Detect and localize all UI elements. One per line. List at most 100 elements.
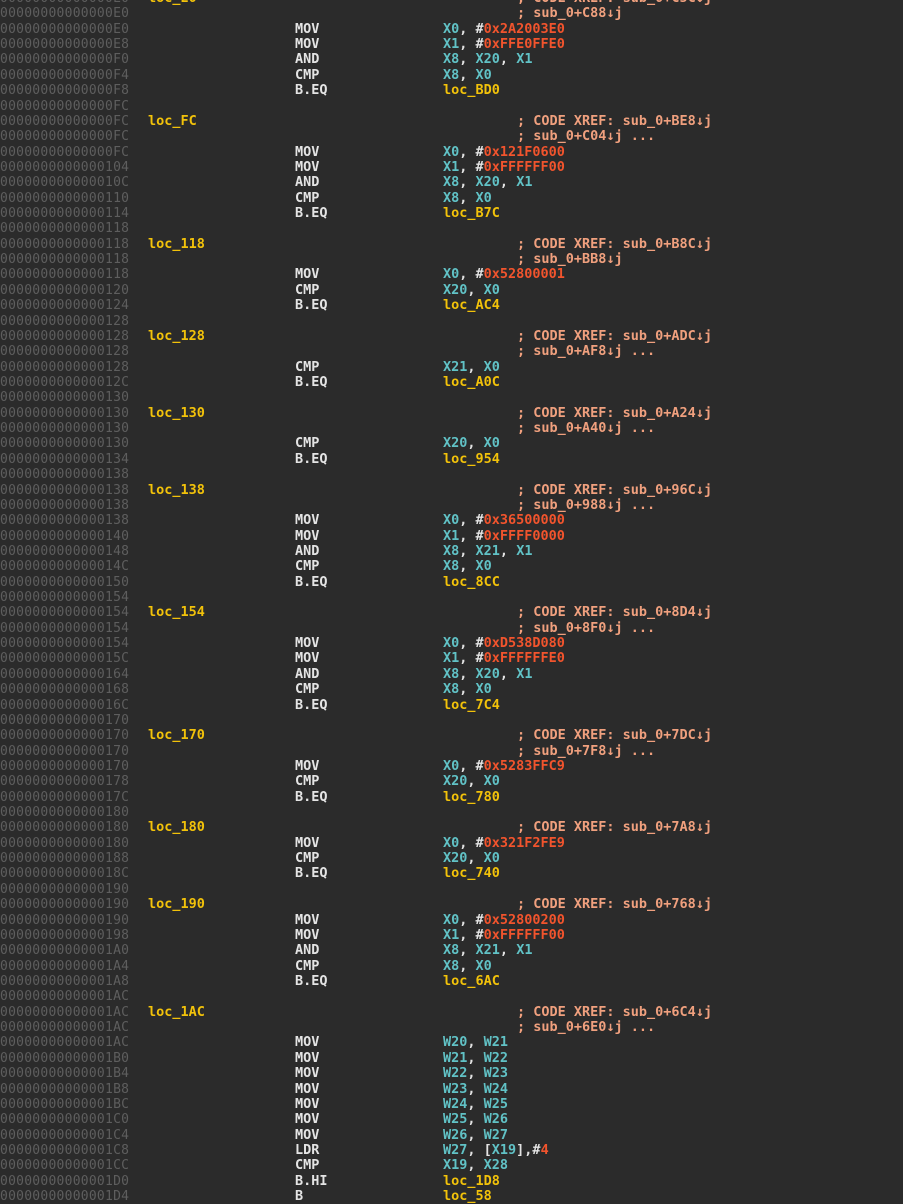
xref-comment[interactable]: ; sub_0+C04↓j ... <box>517 128 655 144</box>
listing-line[interactable]: 00000000000001B8 MOV W23, W24 <box>0 1081 903 1097</box>
code-label[interactable]: loc_170 <box>148 727 205 743</box>
listing-line[interactable]: 0000000000000130 <box>0 390 903 405</box>
branch-target-link[interactable]: loc_7C4 <box>443 697 500 713</box>
listing-line[interactable]: 00000000000000E8 MOV X1, #0xFFE0FFE0 <box>0 36 903 52</box>
listing-line[interactable]: 0000000000000154 ; sub_0+8F0↓j ... <box>0 620 903 636</box>
xref-comment[interactable]: ; CODE XREF: sub_0+A24↓j <box>517 405 712 421</box>
listing-line[interactable]: 00000000000001D0 B.HI loc_1D8 <box>0 1173 903 1189</box>
branch-target-link[interactable]: loc_740 <box>443 865 500 881</box>
listing-line[interactable]: 0000000000000180 loc_180 ; CODE XREF: sub_… <box>0 820 903 836</box>
listing-line[interactable]: 0000000000000150 B.EQ loc_8CC <box>0 574 903 590</box>
listing-line[interactable]: 00000000000001B0 MOV W21, W22 <box>0 1050 903 1066</box>
listing-line[interactable]: 0000000000000128 CMP X21, X0 <box>0 359 903 375</box>
code-label[interactable]: loc_1AC <box>148 1004 205 1020</box>
listing-line[interactable]: 0000000000000120 CMP X20, X0 <box>0 282 903 298</box>
listing-line[interactable]: 00000000000001C4 MOV W26, W27 <box>0 1127 903 1143</box>
listing-line[interactable]: 000000000000015C MOV X1, #0xFFFFFFE0 <box>0 651 903 667</box>
listing-line[interactable]: 000000000000016C B.EQ loc_7C4 <box>0 697 903 713</box>
xref-comment[interactable]: ; sub_0+988↓j ... <box>517 497 655 513</box>
listing-line[interactable]: 00000000000001A4 CMP X8, X0 <box>0 958 903 974</box>
code-label[interactable]: loc_190 <box>148 896 205 912</box>
branch-target-link[interactable]: loc_954 <box>443 451 500 467</box>
xref-comment[interactable]: ; CODE XREF: sub_0+8D4↓j <box>517 605 712 621</box>
listing-line[interactable]: 00000000000000F4 CMP X8, X0 <box>0 67 903 83</box>
listing-line[interactable]: 00000000000001C8 LDR W27, [X19],#4 <box>0 1142 903 1158</box>
code-label[interactable]: loc_154 <box>148 605 205 621</box>
xref-comment[interactable]: ; CODE XREF: sub_0+7DC↓j <box>517 727 712 743</box>
listing-line[interactable]: 00000000000001A8 B.EQ loc_6AC <box>0 973 903 989</box>
listing-line[interactable]: 0000000000000138 loc_138 ; CODE XREF: sub_… <box>0 482 903 498</box>
xref-comment[interactable]: ; CODE XREF: sub_0+768↓j <box>517 896 712 912</box>
branch-target-link[interactable]: loc_6AC <box>443 973 500 989</box>
branch-target-link[interactable]: loc_A0C <box>443 374 500 390</box>
listing-line[interactable]: 0000000000000198 MOV X1, #0xFFFFFF00 <box>0 927 903 943</box>
listing-line[interactable]: 0000000000000188 CMP X20, X0 <box>0 850 903 866</box>
listing-line[interactable]: 000000000000012C B.EQ loc_A0C <box>0 374 903 390</box>
xref-comment[interactable]: ; CODE XREF: sub_0+96C↓j <box>517 482 712 498</box>
listing-line[interactable]: 000000000000014C CMP X8, X0 <box>0 558 903 574</box>
xref-comment[interactable]: ; CODE XREF: sub_0+BE8↓j <box>517 113 712 129</box>
listing-line[interactable]: 0000000000000110 CMP X8, X0 <box>0 190 903 206</box>
listing-line[interactable]: 000000000000017C B.EQ loc_780 <box>0 789 903 805</box>
listing-line[interactable]: 000000000000018C B.EQ loc_740 <box>0 865 903 882</box>
code-label[interactable]: loc_138 <box>148 482 205 498</box>
listing-line[interactable]: 00000000000001AC ; sub_0+6E0↓j ... <box>0 1019 903 1035</box>
listing-line[interactable]: 00000000000000FC MOV X0, #0x121F0600 <box>0 144 903 160</box>
xref-comment[interactable]: ; sub_0+BB8↓j <box>517 251 623 267</box>
listing-line[interactable]: 000000000000010C AND X8, X20, X1 <box>0 174 903 190</box>
listing-line[interactable]: 00000000000001BC MOV W24, W25 <box>0 1096 903 1112</box>
listing-line[interactable]: 00000000000000FC <box>0 99 903 114</box>
listing-line[interactable]: 0000000000000154 MOV X0, #0xD538D080 <box>0 635 903 651</box>
listing-line[interactable]: 00000000000000F8 B.EQ loc_BD0 <box>0 82 903 98</box>
listing-line[interactable]: 0000000000000130 loc_130 ; CODE XREF: sub_… <box>0 405 903 421</box>
listing-line[interactable]: 0000000000000168 CMP X8, X0 <box>0 681 903 697</box>
code-label[interactable]: loc_118 <box>148 236 205 252</box>
listing-line[interactable]: 0000000000000190 MOV X0, #0x52800200 <box>0 912 903 928</box>
listing-line[interactable]: 0000000000000138 <box>0 467 903 482</box>
listing-line[interactable]: 0000000000000154 <box>0 590 903 605</box>
listing-line[interactable]: 00000000000001CC CMP X19, X28 <box>0 1157 903 1173</box>
branch-target-link[interactable]: loc_AC4 <box>443 297 500 313</box>
xref-comment[interactable]: ; sub_0+6E0↓j ... <box>517 1019 655 1035</box>
listing-line[interactable]: 0000000000000134 B.EQ loc_954 <box>0 451 903 467</box>
listing-line[interactable]: 0000000000000190 <box>0 882 903 897</box>
listing-line[interactable]: 0000000000000170 <box>0 713 903 728</box>
code-label[interactable]: loc_128 <box>148 328 205 344</box>
listing-line[interactable]: 0000000000000118 loc_118 ; CODE XREF: sub_… <box>0 236 903 252</box>
listing-line[interactable]: 00000000000001AC MOV W20, W21 <box>0 1035 903 1051</box>
listing-line[interactable]: 00000000000000F0 AND X8, X20, X1 <box>0 52 903 68</box>
listing-line[interactable]: 0000000000000118 <box>0 221 903 236</box>
listing-line[interactable]: 0000000000000104 MOV X1, #0xFFFFFF00 <box>0 159 903 175</box>
listing-line[interactable]: 00000000000001D4 Bloc_58 <box>0 1188 903 1204</box>
listing-line[interactable]: 0000000000000130 CMP X20, X0 <box>0 436 903 452</box>
listing-line[interactable]: 0000000000000118 MOV X0, #0x52800001 <box>0 267 903 283</box>
listing-line[interactable]: 00000000000001AC loc_1AC ; CODE XREF: sub_… <box>0 1004 903 1020</box>
listing-line[interactable]: 0000000000000138 MOV X0, #0x36500000 <box>0 512 903 528</box>
branch-target-link[interactable]: loc_1D8 <box>443 1173 500 1189</box>
listing-line[interactable]: 0000000000000180 MOV X0, #0x321F2FE9 <box>0 835 903 851</box>
branch-target-link[interactable]: loc_780 <box>443 789 500 805</box>
listing-line[interactable]: 0000000000000164 AND X8, X20, X1 <box>0 666 903 682</box>
xref-comment[interactable]: ; sub_0+A40↓j ... <box>517 420 655 436</box>
listing-line[interactable]: 00000000000001AC <box>0 989 903 1004</box>
xref-comment[interactable]: ; CODE XREF: sub_0+6C4↓j <box>517 1004 712 1020</box>
xref-comment[interactable]: ; CODE XREF: sub_0+7A8↓j <box>517 820 712 836</box>
disassembly-listing[interactable]: 00000000000000E0loc_E0; CODE XREF: sub_0… <box>0 0 903 1204</box>
listing-line[interactable]: 0000000000000178 CMP X20, X0 <box>0 773 903 789</box>
listing-line[interactable]: 0000000000000130 ; sub_0+A40↓j ... <box>0 420 903 436</box>
listing-line[interactable]: 00000000000000FC ; sub_0+C04↓j ... <box>0 128 903 144</box>
listing-line[interactable]: 00000000000001A0 AND X8, X21, X1 <box>0 942 903 958</box>
branch-target-link[interactable]: loc_BD0 <box>443 82 500 98</box>
listing-line[interactable]: 00000000000000FC loc_FC ; CODE XREF: sub_0… <box>0 113 903 129</box>
listing-line[interactable]: 0000000000000128 <box>0 314 903 329</box>
listing-line[interactable]: 0000000000000170 MOV X0, #0x5283FFC9 <box>0 758 903 774</box>
listing-line[interactable]: 0000000000000190 loc_190 ; CODE XREF: sub_… <box>0 896 903 912</box>
listing-line[interactable]: 0000000000000170 loc_170 ; CODE XREF: sub_… <box>0 727 903 743</box>
branch-target-link[interactable]: loc_8CC <box>443 574 500 590</box>
listing-line[interactable]: 0000000000000118 ; sub_0+BB8↓j <box>0 251 903 267</box>
listing-line[interactable]: 0000000000000114 B.EQ loc_B7C <box>0 205 903 221</box>
listing-line[interactable]: 00000000000001C0 MOV W25, W26 <box>0 1111 903 1127</box>
code-label[interactable]: loc_130 <box>148 405 205 421</box>
listing-line[interactable]: 0000000000000128 loc_128 ; CODE XREF: sub_… <box>0 328 903 344</box>
listing-line[interactable]: 00000000000000E0 ; sub_0+C88↓j <box>0 5 903 21</box>
